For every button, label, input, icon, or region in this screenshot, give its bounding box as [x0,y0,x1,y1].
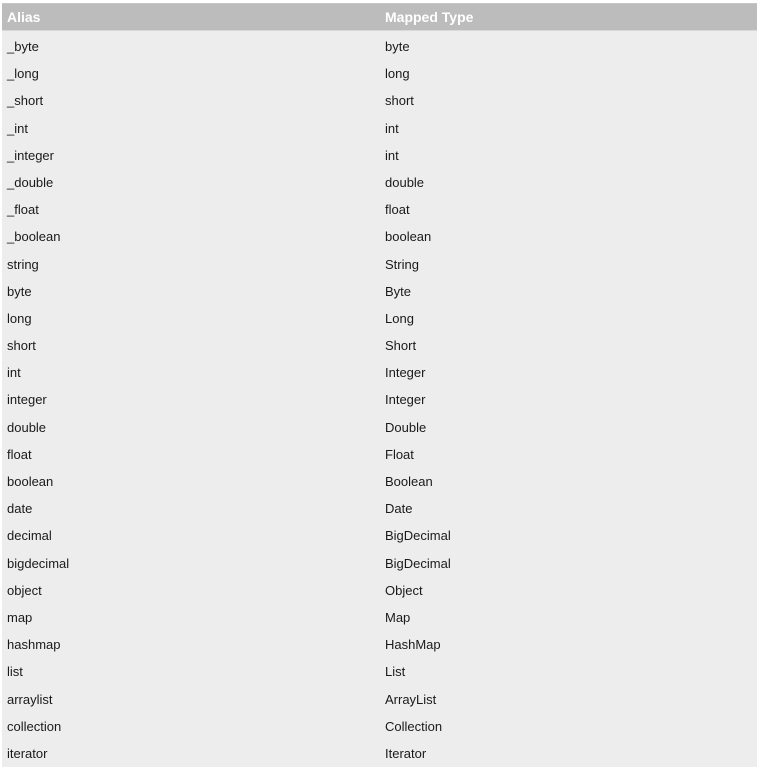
table-row: hashmap HashMap [2,631,757,658]
cell-mapped-type: Float [385,446,414,462]
cell-mapped-type: byte [385,39,410,54]
cell-alias: decimal [7,528,52,544]
cell-mapped-type: Iterator [385,745,427,761]
cell-mapped-type: double [385,174,425,190]
cell-mapped-type: int [385,120,399,136]
table-row: long Long [2,305,757,332]
cell-mapped-type: String [385,256,419,272]
cell-mapped-type: Object [385,582,423,598]
cell-mapped-type: BigDecimal [385,555,451,571]
cell-alias: long [7,310,32,326]
cell-mapped-type: float [385,202,410,218]
column-header-alias: Alias [7,9,41,25]
table-row: int Integer [2,359,757,386]
table-row: date Date [2,495,757,522]
cell-alias: _byte [7,39,39,54]
cell-mapped-type: Date [385,501,413,517]
table-row: _short short [2,87,757,114]
cell-alias: byte [7,283,32,299]
cell-mapped-type: Map [385,609,411,625]
cell-alias: date [7,501,33,517]
cell-alias: hashmap [7,637,61,653]
cell-mapped-type: Byte [385,283,412,299]
table-row: _int int [2,115,757,142]
table-row: string String [2,251,757,278]
table-row: _boolean boolean [2,223,757,250]
table-row: _double double [2,169,757,196]
cell-alias: _short [7,93,44,109]
alias-type-mapping-table: Alias Mapped Type _byte byte _long long _sho… [2,3,757,769]
cell-alias: float [7,446,32,462]
cell-alias: _float [7,202,39,218]
cell-alias: double [7,419,47,435]
table-row: integer Integer [2,386,757,413]
cell-alias: short [7,338,36,354]
table-row: _integer int [2,142,757,169]
cell-mapped-type: boolean [385,229,432,245]
cell-alias: _boolean [7,229,61,245]
cell-alias: list [7,664,23,680]
cell-mapped-type: Long [385,310,414,326]
cell-alias: iterator [7,745,48,761]
table-row: collection Collection [2,713,757,740]
cell-alias: map [7,609,33,625]
cell-mapped-type: Short [385,338,417,354]
cell-mapped-type: Double [385,419,427,435]
cell-mapped-type: List [385,664,406,680]
cell-mapped-type: Integer [385,392,426,408]
cell-alias: integer [7,392,47,408]
cell-alias: boolean [7,474,54,489]
table-row: byte Byte [2,278,757,305]
table-row: float Float [2,441,757,468]
table-row: iterator Iterator [2,740,757,767]
cell-alias: arraylist [7,691,53,707]
cell-mapped-type: int [385,147,399,163]
table-row: map Map [2,604,757,631]
cell-mapped-type: Collection [385,718,443,734]
table-row: _long long [2,60,757,87]
table-row: arraylist ArrayList [2,686,757,713]
table-row: decimal BigDecimal [2,522,757,549]
table-body: _byte byte _long long _short short _int int _int… [2,31,757,767]
cell-mapped-type: Integer [385,365,426,381]
cell-alias: string [7,256,39,272]
table-row: boolean Boolean [2,468,757,495]
table-row: _float float [2,196,757,223]
cell-alias: bigdecimal [7,555,70,571]
cell-mapped-type: long [385,66,410,82]
cell-mapped-type: short [385,93,414,109]
table-row: object Object [2,577,757,604]
cell-mapped-type: Boolean [385,474,433,489]
column-header-mapped-type: Mapped Type [385,9,474,25]
cell-alias: _long [7,66,39,82]
table-row: short Short [2,332,757,359]
cell-mapped-type: BigDecimal [385,528,451,544]
cell-alias: int [7,365,21,381]
cell-alias: _double [7,174,54,190]
table-row: double Double [2,414,757,441]
table-row: _byte byte [2,33,757,60]
cell-alias: collection [7,718,62,734]
cell-mapped-type: HashMap [385,637,441,653]
table-row: list List [2,658,757,685]
table-row: bigdecimal BigDecimal [2,550,757,577]
cell-alias: _integer [7,147,54,163]
table-header-row: Alias Mapped Type [2,3,757,31]
cell-alias: object [7,582,42,598]
cell-mapped-type: ArrayList [385,691,437,707]
cell-alias: _int [7,120,28,136]
